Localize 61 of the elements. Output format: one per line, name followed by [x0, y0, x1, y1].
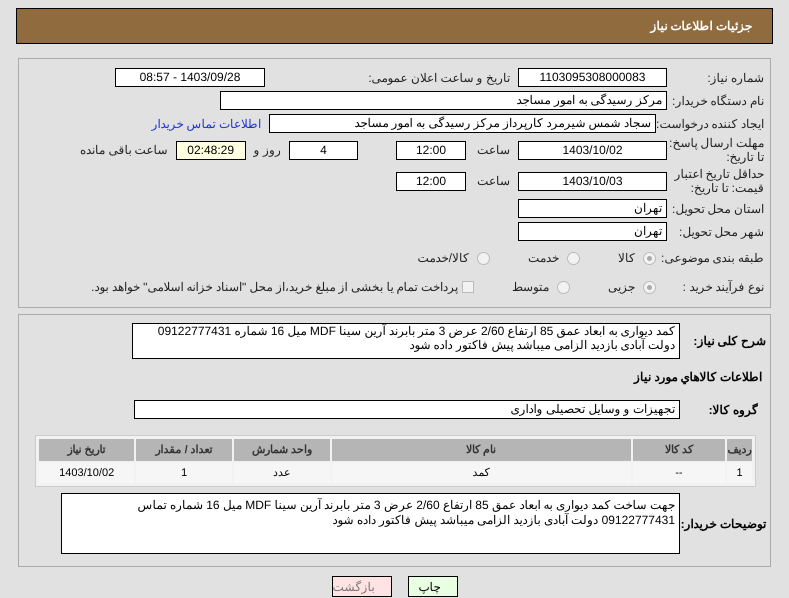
field-label: حداقل تاریخ اعتبار قیمت: تا تاریخ:: [673, 167, 764, 195]
input-field[interactable]: تهران: [518, 199, 667, 218]
table-cell: کمد: [332, 463, 631, 483]
checkbox[interactable]: [462, 281, 474, 293]
input-field[interactable]: 4: [289, 140, 358, 160]
field-label: شماره نیاز:: [706, 70, 764, 84]
input-field[interactable]: مرکز رسیدگی به امور مساجد: [220, 91, 667, 110]
column-header: ردیف: [727, 439, 752, 461]
input-field[interactable]: تهران: [518, 222, 667, 241]
field-label: کالا/خدمت: [418, 250, 469, 267]
input-field[interactable]: 12:00: [396, 140, 466, 160]
input-field[interactable]: سجاد شمس شیرمرد کارپرداز مرکز رسیدگی به امور مساجد: [269, 114, 656, 133]
column-header: تاریخ نیاز: [39, 439, 134, 461]
section-title: اطلاعات کالاهاي مورد نياز: [632, 369, 762, 386]
column-header: واحد شمارش: [234, 439, 330, 461]
radio-button[interactable]: [643, 252, 656, 264]
input-field[interactable]: 1403/10/03: [518, 172, 667, 190]
field-label: متوسط: [512, 279, 549, 296]
summary-textarea[interactable]: کمد دیواری به ابعاد عمق 85 ارتفاع 2/60 عرض 3 متر بابرند آرین سینا MDF میل 16 شماره 09122777431 دولت آبادی بازدید الزامی میباشد پیش فاکتور داده شود: [132, 323, 680, 359]
radio-button[interactable]: [567, 252, 580, 264]
field-label: جزیی: [608, 279, 635, 296]
field-label: استان محل تحویل:: [670, 202, 764, 216]
field-label: طبقه بندی موضوعی:: [660, 251, 764, 265]
column-header: کد کالا: [632, 439, 726, 461]
input-field[interactable]: تجهیزات و وسایل تحصیلی واداری: [134, 400, 680, 419]
field-label: مهلت ارسال پاسخ: تا تاریخ:: [668, 136, 764, 164]
field-label: تاریخ و ساعت اعلان عمومی:: [367, 70, 510, 86]
table-cell: 1: [727, 463, 752, 483]
field-label: روز و: [254, 142, 281, 159]
print-button[interactable]: چاپ: [408, 576, 458, 597]
field-label: ساعت: [476, 173, 510, 190]
input-field[interactable]: 1103095308000083: [518, 68, 667, 87]
radio-button[interactable]: [557, 280, 570, 294]
input-field[interactable]: 12:00: [396, 172, 466, 190]
field-label: شهر محل تحویل:: [678, 224, 764, 238]
field-label: نوع فرآیند خرید :: [682, 280, 764, 294]
table-cell: --: [632, 463, 726, 483]
page-title: جزئیات اطلاعات نیاز: [650, 18, 752, 35]
field-label: ساعت: [476, 142, 510, 159]
table-cell: 1: [136, 463, 232, 483]
buyer-contact-link[interactable]: اطلاعات تماس خریدار: [151, 114, 261, 132]
radio-button[interactable]: [643, 280, 656, 294]
radio-button[interactable]: [477, 252, 490, 264]
field-label: ایجاد کننده درخواست:: [656, 116, 764, 130]
field-label: گروه کالا:: [708, 402, 759, 418]
field-label: شرح کلی نیاز:: [692, 333, 766, 350]
field-label: ساعت باقی مانده: [80, 142, 168, 159]
column-header: تعداد / مقدار: [136, 439, 232, 461]
field-label: خدمت: [528, 250, 559, 267]
countdown-field[interactable]: 02:48:29: [176, 140, 246, 160]
field-label: نام دستگاه خریدار:: [670, 94, 764, 108]
field-label: کالا: [618, 250, 635, 267]
back-button[interactable]: بازگشت: [332, 576, 392, 597]
field-label: توضیحات خریدار:: [680, 516, 766, 532]
column-header: نام کالا: [332, 439, 631, 461]
input-field[interactable]: 1403/10/02: [518, 140, 667, 160]
field-label: پرداخت تمام یا بخشی از مبلغ خرید،از محل "اسناد خزانه اسلامی" خواهد بود.: [91, 279, 458, 296]
input-field[interactable]: 1403/09/28 - 08:57: [115, 68, 265, 87]
table-cell: 1403/10/02: [39, 463, 134, 483]
notes-textarea[interactable]: جهت ساخت کمد دیواری به ابعاد عمق 85 ارتفاع 2/60 عرض 3 متر بابرند آرین سینا MDF میل 16 شماره تماس 09122777431 دولت آبادی بازدید الزامی میباشد پیش فاکتور داده شود: [61, 493, 680, 554]
table-cell: عدد: [234, 463, 330, 483]
